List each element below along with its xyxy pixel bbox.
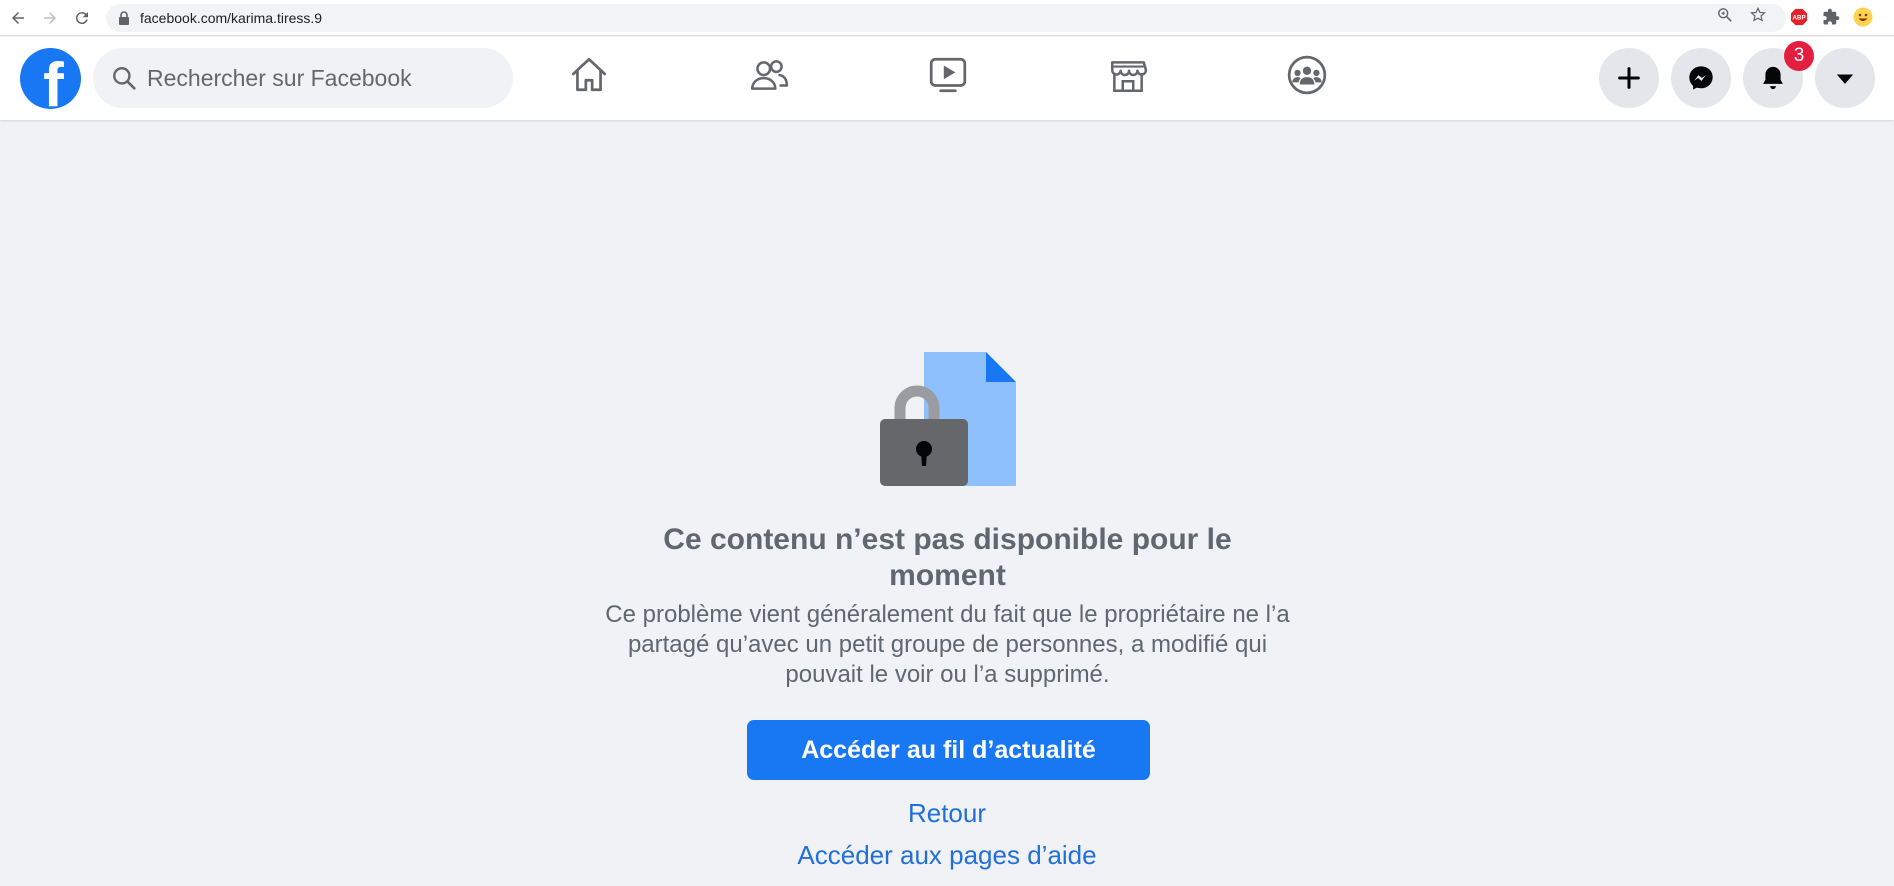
facebook-header: f Rechercher sur Facebook 3: [0, 37, 1894, 120]
page-description: Ce problème vient généralement du fait q…: [605, 601, 1290, 688]
bell-icon: [1763, 66, 1783, 90]
forward-icon[interactable]: [38, 6, 62, 30]
create-button[interactable]: [1599, 48, 1659, 108]
nav-home-tab[interactable]: [559, 45, 619, 105]
search-icon: [113, 67, 136, 90]
search-input[interactable]: [147, 48, 497, 108]
extensions-icon[interactable]: [1821, 7, 1841, 27]
friends-icon: [750, 60, 789, 90]
marketplace-store-icon: [1110, 61, 1148, 93]
plus-icon: [1618, 67, 1640, 89]
help-pages-link[interactable]: Accéder aux pages d’aide: [647, 840, 1247, 871]
nav-marketplace-tab[interactable]: [1098, 45, 1158, 105]
nav-groups-tab[interactable]: [1277, 45, 1337, 105]
back-link[interactable]: Retour: [647, 798, 1247, 829]
adblock-icon[interactable]: ABP: [1789, 7, 1809, 27]
back-icon[interactable]: [6, 6, 30, 30]
zoom-icon[interactable]: [1716, 6, 1734, 24]
facebook-logo-letter: f: [43, 51, 64, 110]
notification-count-badge: 3: [1784, 41, 1814, 71]
url-text: facebook.com/karima.tiress.9: [140, 10, 323, 26]
page-title: Ce contenu n’est pas disponible pour le …: [663, 523, 1232, 592]
search-box[interactable]: [93, 48, 513, 108]
home-icon: [571, 57, 607, 92]
bookmark-star-icon[interactable]: [1749, 6, 1767, 24]
messenger-button[interactable]: [1671, 48, 1731, 108]
reload-icon[interactable]: [70, 6, 94, 30]
video-play-icon: [929, 57, 967, 93]
caret-down-icon: [1836, 74, 1854, 84]
locked-content-illustration: [880, 352, 1016, 486]
address-bar[interactable]: facebook.com/karima.tiress.9: [106, 4, 1786, 32]
nav-watch-tab[interactable]: [918, 45, 978, 105]
nav-friends-tab[interactable]: [739, 45, 799, 105]
account-menu-button[interactable]: [1815, 48, 1875, 108]
messenger-icon: [1689, 66, 1713, 90]
profile-avatar-icon[interactable]: [1853, 7, 1873, 27]
facebook-logo[interactable]: f: [20, 48, 81, 109]
adblock-label: ABP: [1792, 15, 1805, 22]
go-to-news-feed-button[interactable]: Accéder au fil d’actualité: [747, 720, 1150, 780]
browser-toolbar: facebook.com/karima.tiress.9 ABP: [0, 0, 1894, 36]
groups-icon: [1287, 55, 1327, 95]
lock-icon: [119, 11, 129, 25]
